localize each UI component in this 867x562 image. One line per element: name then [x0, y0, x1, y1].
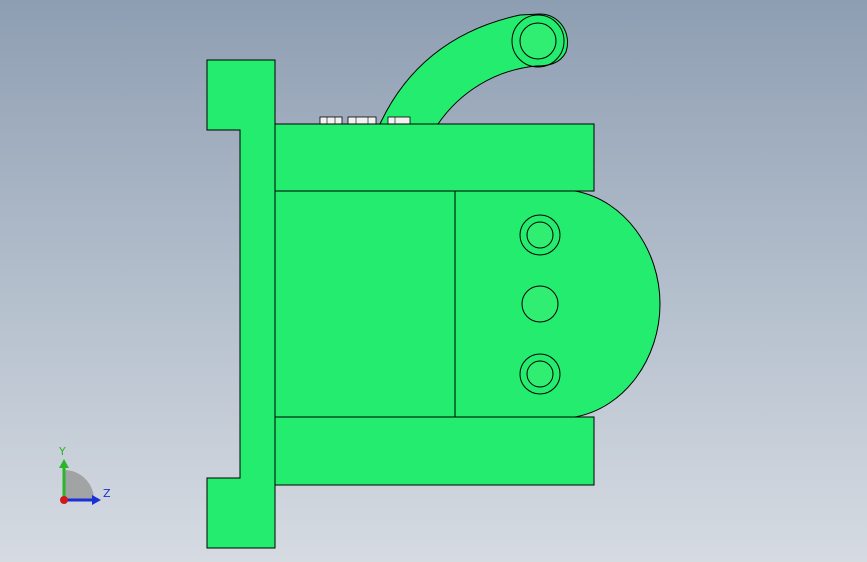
z-axis-arrow — [92, 495, 101, 505]
y-axis-arrow — [59, 459, 69, 468]
y-axis-label: Y — [58, 445, 66, 458]
upper-plate[interactable] — [274, 123, 595, 192]
z-axis-label: Z — [103, 487, 111, 500]
center-hole — [521, 285, 559, 323]
triad-arc — [64, 470, 94, 500]
x-axis-dot — [60, 496, 68, 504]
lower-plate[interactable] — [274, 416, 595, 486]
bolt-heads — [319, 116, 411, 125]
lower-hole — [526, 360, 554, 388]
orientation-triad: Y Z — [58, 445, 111, 505]
upper-hole — [526, 221, 554, 249]
arm-hole-inner — [519, 22, 557, 60]
middle-block[interactable] — [274, 190, 456, 418]
cad-viewport[interactable]: Y Z — [0, 0, 867, 562]
mounting-flange[interactable] — [206, 59, 276, 549]
